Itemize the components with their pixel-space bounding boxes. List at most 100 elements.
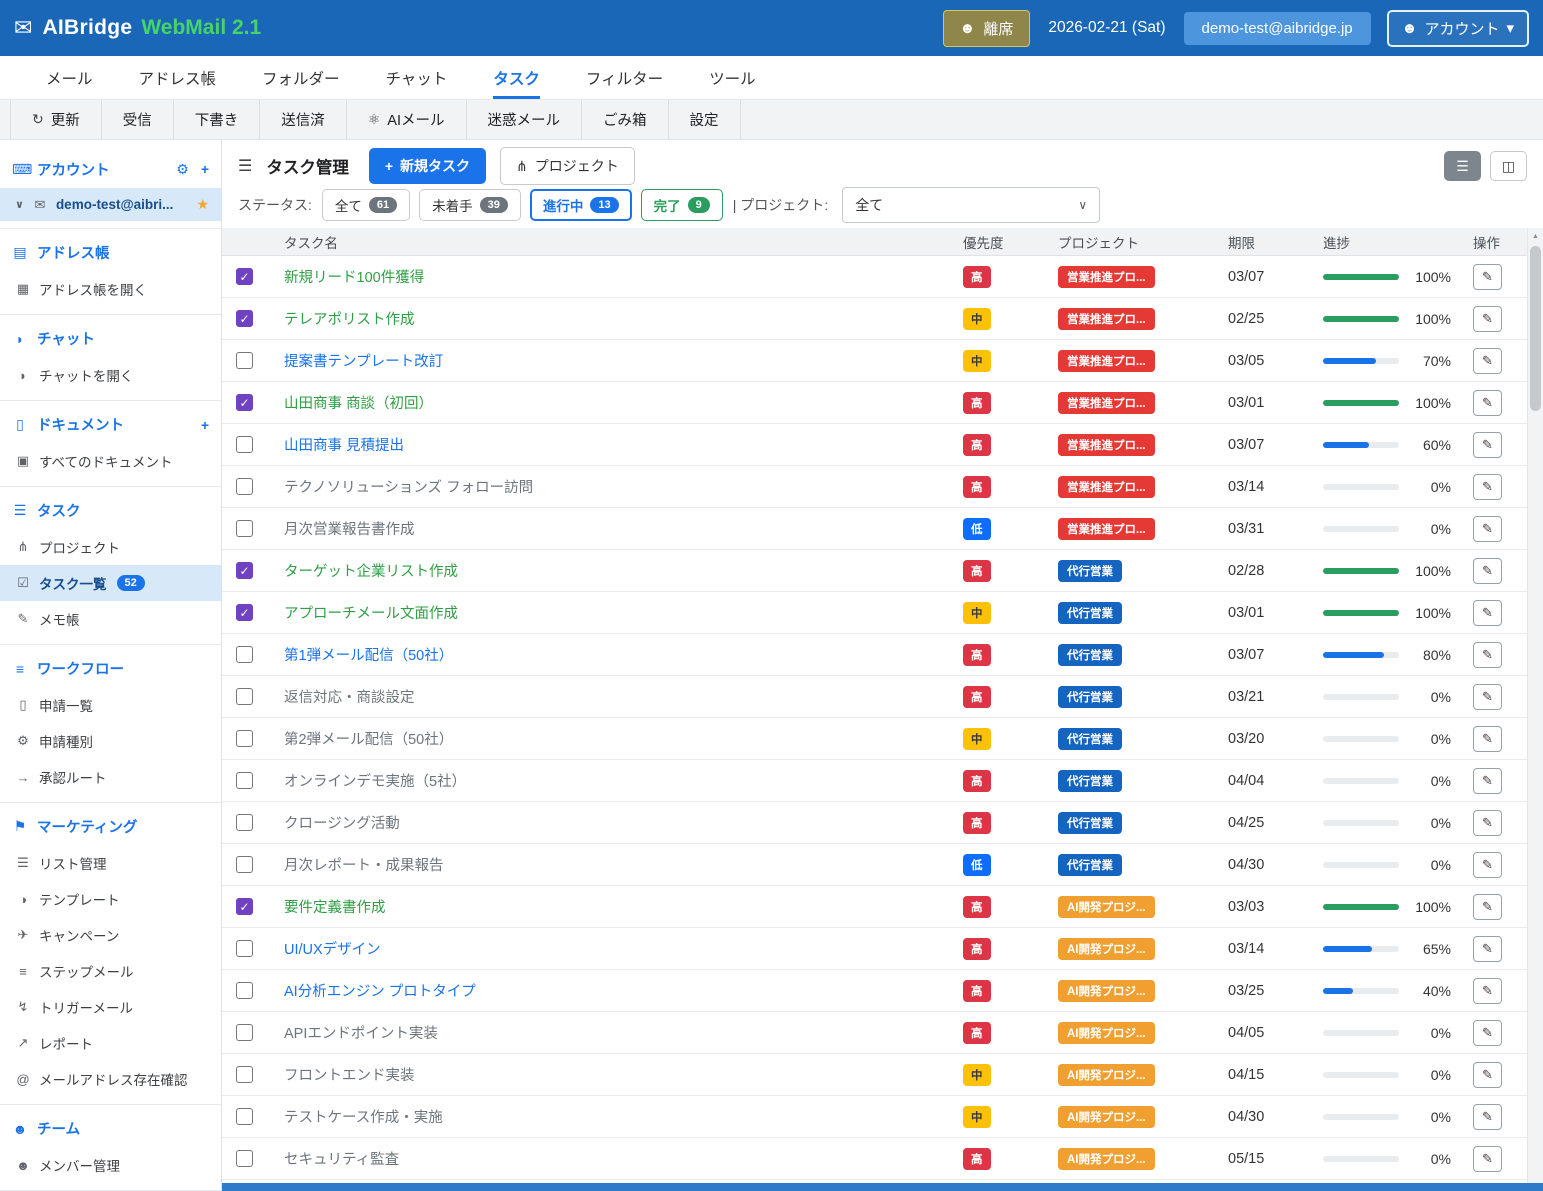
sidebar-item[interactable]: ≡ステップメール <box>0 953 221 989</box>
task-name-link[interactable]: フロントエンド実装 <box>284 1064 415 1085</box>
column-view-button[interactable]: ◫ <box>1490 151 1527 181</box>
sidebar-item[interactable]: ✎メモ帳 <box>0 601 221 637</box>
sidebar-item[interactable]: ✈キャンペーン <box>0 917 221 953</box>
task-name-link[interactable]: クロージング活動 <box>284 812 400 833</box>
task-checkbox[interactable] <box>236 982 253 999</box>
task-checkbox[interactable] <box>236 1108 253 1125</box>
task-checkbox[interactable] <box>236 688 253 705</box>
edit-task-button[interactable]: ✎ <box>1473 894 1502 920</box>
task-name-link[interactable]: 要件定義書作成 <box>284 896 386 917</box>
status-chip[interactable]: 完了9 <box>641 189 723 221</box>
sidebar-section-header[interactable]: ◗チャット <box>0 320 221 357</box>
sidebar-item[interactable]: ▯申請一覧 <box>0 687 221 723</box>
sidebar-item[interactable]: ☑タスク一覧52 <box>0 565 221 601</box>
task-name-link[interactable]: 山田商事 見積提出 <box>284 434 404 455</box>
task-name-link[interactable]: テレアポリスト作成 <box>284 308 415 329</box>
sidebar-item[interactable]: ▦アドレス帳を開く <box>0 271 221 307</box>
toolbar-button[interactable]: 設定 <box>669 100 741 139</box>
task-name-link[interactable]: 提案書テンプレート改訂 <box>284 350 443 371</box>
project-select[interactable]: 全て ∨ <box>842 187 1100 223</box>
edit-task-button[interactable]: ✎ <box>1473 600 1502 626</box>
task-name-link[interactable]: 月次レポート・成果報告 <box>284 854 444 875</box>
task-name-link[interactable]: 第2弾メール配信（50社） <box>284 728 453 749</box>
task-checkbox[interactable] <box>236 856 253 873</box>
sidebar-item[interactable]: ⚙申請種別 <box>0 723 221 759</box>
task-name-link[interactable]: 返信対応・商談設定 <box>284 686 415 707</box>
task-checkbox[interactable] <box>236 1150 253 1167</box>
task-checkbox[interactable] <box>236 478 253 495</box>
projects-button[interactable]: ⋔ プロジェクト <box>500 147 635 185</box>
sidebar-item[interactable]: ◑テンプレート <box>0 881 221 917</box>
away-status-button[interactable]: ☻ 離席 <box>943 10 1031 47</box>
nav-tab[interactable]: メール <box>46 56 93 99</box>
sidebar-item[interactable]: →承認ルート <box>0 759 221 795</box>
sidebar-section-header[interactable]: ☰タスク <box>0 492 221 529</box>
edit-task-button[interactable]: ✎ <box>1473 516 1502 542</box>
toolbar-button[interactable]: ごみ箱 <box>582 100 669 139</box>
nav-tab[interactable]: チャット <box>386 56 448 99</box>
edit-task-button[interactable]: ✎ <box>1473 726 1502 752</box>
task-name-link[interactable]: 月次営業報告書作成 <box>284 518 415 539</box>
edit-task-button[interactable]: ✎ <box>1473 684 1502 710</box>
edit-task-button[interactable]: ✎ <box>1473 474 1502 500</box>
nav-tab[interactable]: フォルダー <box>262 56 340 99</box>
toolbar-button[interactable]: 迷惑メール <box>467 100 583 139</box>
edit-task-button[interactable]: ✎ <box>1473 936 1502 962</box>
edit-task-button[interactable]: ✎ <box>1473 390 1502 416</box>
status-chip[interactable]: 進行中13 <box>530 189 632 221</box>
scroll-up-arrow-icon[interactable]: ▲ <box>1528 228 1543 244</box>
task-checkbox[interactable]: ✓ <box>236 310 253 327</box>
toolbar-button[interactable]: 受信 <box>102 100 174 139</box>
nav-tab[interactable]: フィルター <box>586 56 663 99</box>
task-checkbox[interactable] <box>236 730 253 747</box>
task-name-link[interactable]: UI/UXデザイン <box>284 938 381 959</box>
edit-task-button[interactable]: ✎ <box>1473 1062 1502 1088</box>
status-chip[interactable]: 未着手39 <box>419 189 521 221</box>
sidebar-item[interactable]: ▣すべてのドキュメント <box>0 443 221 479</box>
task-name-link[interactable]: ターゲット企業リスト作成 <box>284 560 458 581</box>
sidebar-item[interactable]: ∨✉demo-test@aibri...★ <box>0 188 221 221</box>
task-checkbox[interactable] <box>236 646 253 663</box>
task-checkbox[interactable] <box>236 520 253 537</box>
task-checkbox[interactable] <box>236 814 253 831</box>
new-task-button[interactable]: + 新規タスク <box>369 148 486 184</box>
edit-task-button[interactable]: ✎ <box>1473 852 1502 878</box>
sidebar-section-header[interactable]: ≡ワークフロー <box>0 650 221 687</box>
task-checkbox[interactable]: ✓ <box>236 268 253 285</box>
task-checkbox[interactable]: ✓ <box>236 394 253 411</box>
task-checkbox[interactable]: ✓ <box>236 898 253 915</box>
edit-task-button[interactable]: ✎ <box>1473 264 1502 290</box>
sidebar-item[interactable]: ☰リスト管理 <box>0 845 221 881</box>
task-name-link[interactable]: アプローチメール文面作成 <box>284 602 458 623</box>
sidebar-section-header[interactable]: ▯ドキュメント+ <box>0 406 221 443</box>
task-name-link[interactable]: 第1弾メール配信（50社） <box>284 644 453 665</box>
task-checkbox[interactable] <box>236 352 253 369</box>
toolbar-button[interactable]: 送信済 <box>260 100 347 139</box>
scrollbar-thumb[interactable] <box>1530 246 1541 411</box>
edit-task-button[interactable]: ✎ <box>1473 642 1502 668</box>
sidebar-item[interactable]: ◗チャットを開く <box>0 357 221 393</box>
nav-tab[interactable]: アドレス帳 <box>139 56 217 99</box>
edit-task-button[interactable]: ✎ <box>1473 978 1502 1004</box>
sidebar-section-header[interactable]: ⌨アカウント⚙+ <box>0 151 221 188</box>
nav-tab[interactable]: ツール <box>709 56 756 99</box>
edit-task-button[interactable]: ✎ <box>1473 306 1502 332</box>
plus-icon[interactable]: + <box>201 417 209 433</box>
status-chip[interactable]: 全て61 <box>322 189 410 221</box>
account-menu-button[interactable]: ☻ アカウント ▾ <box>1387 10 1529 47</box>
edit-task-button[interactable]: ✎ <box>1473 768 1502 794</box>
nav-tab[interactable]: タスク <box>493 56 540 99</box>
task-name-link[interactable]: オンラインデモ実施（5社） <box>284 770 466 791</box>
task-checkbox[interactable] <box>236 940 253 957</box>
edit-task-button[interactable]: ✎ <box>1473 432 1502 458</box>
task-checkbox[interactable] <box>236 436 253 453</box>
task-name-link[interactable]: AI分析エンジン プロトタイプ <box>284 980 476 1001</box>
list-view-button[interactable]: ☰ <box>1444 151 1481 181</box>
edit-task-button[interactable]: ✎ <box>1473 1104 1502 1130</box>
task-checkbox[interactable] <box>236 772 253 789</box>
sidebar-item[interactable]: ⋔プロジェクト <box>0 529 221 565</box>
sidebar-item[interactable]: ↗レポート <box>0 1025 221 1061</box>
task-checkbox[interactable] <box>236 1066 253 1083</box>
task-name-link[interactable]: セキュリティ監査 <box>284 1148 399 1169</box>
task-checkbox[interactable]: ✓ <box>236 604 253 621</box>
